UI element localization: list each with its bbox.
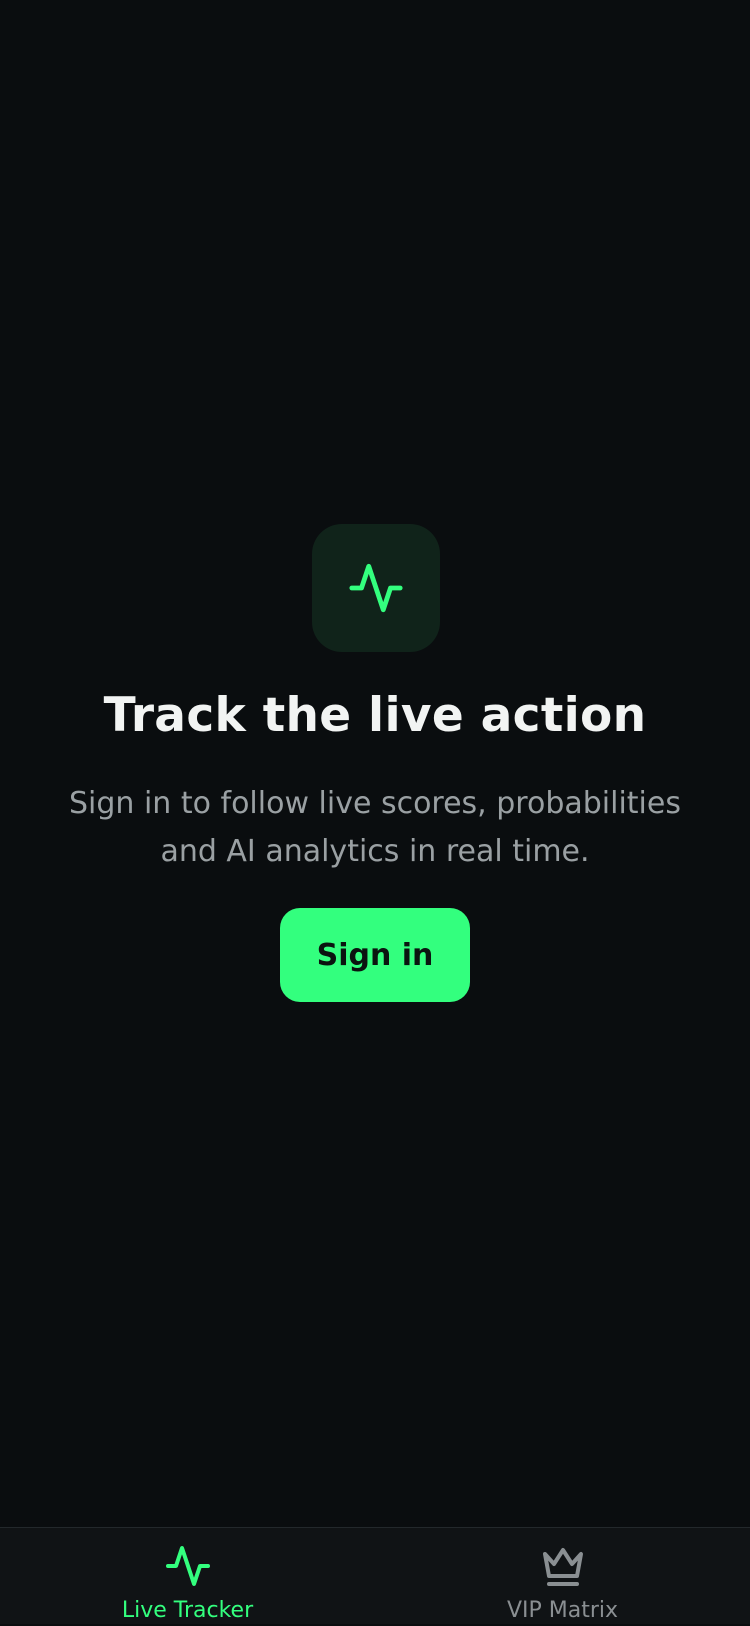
page-title: Track the live action [103,688,647,743]
tab-label: Live Tracker [121,1598,254,1623]
tab-live-tracker[interactable]: Live Tracker [0,1528,375,1625]
hero-icon-tile [312,524,440,652]
tab-label: VIP Matrix [506,1598,619,1623]
tab-vip-matrix[interactable]: VIP Matrix [375,1528,750,1625]
activity-pulse-icon [347,559,405,617]
bottom-tab-bar: Live Tracker VIP Matrix [0,1527,750,1624]
page-subtitle: Sign in to follow live scores, probabili… [69,786,681,869]
activity-pulse-icon [164,1542,212,1590]
crown-icon [539,1542,587,1590]
sign-in-button[interactable]: Sign in [280,908,470,1002]
main-screen: Track the live action Sign in to follow … [0,0,750,1527]
